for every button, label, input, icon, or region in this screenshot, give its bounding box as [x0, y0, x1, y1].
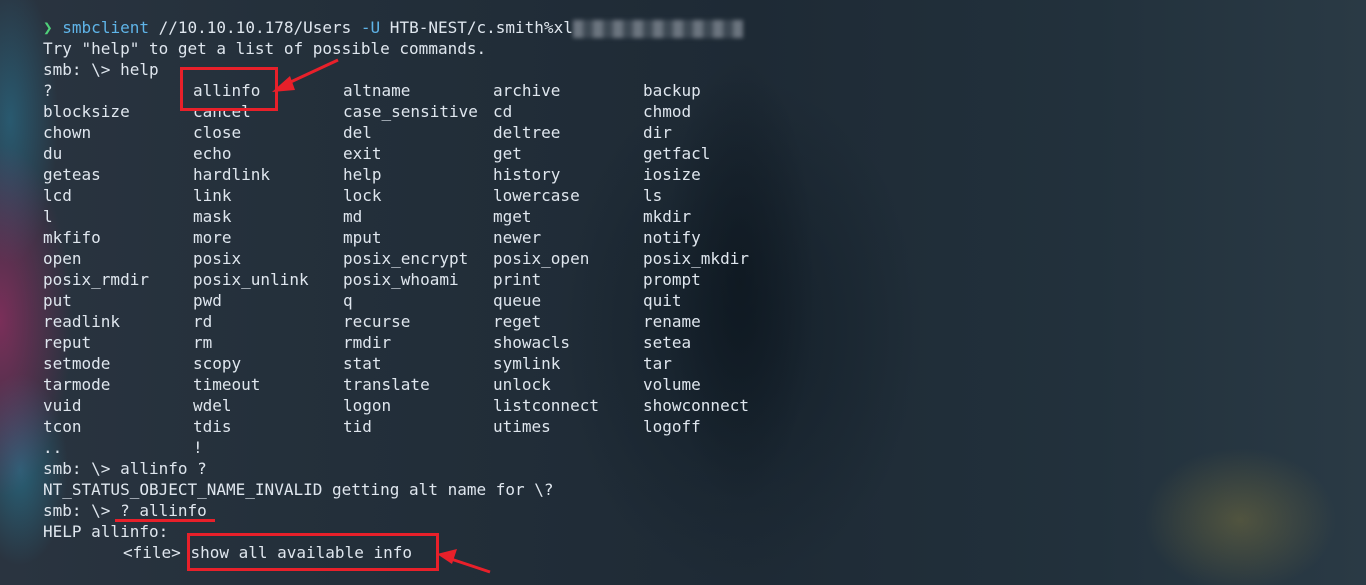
annotation-arrows [272, 58, 491, 574]
arrow-to-allinfo-icon [272, 58, 339, 92]
arrow-to-description-icon [437, 549, 491, 574]
terminal-window[interactable]: ❯ smbclient //10.10.10.178/Users -U HTB-… [0, 0, 1366, 585]
